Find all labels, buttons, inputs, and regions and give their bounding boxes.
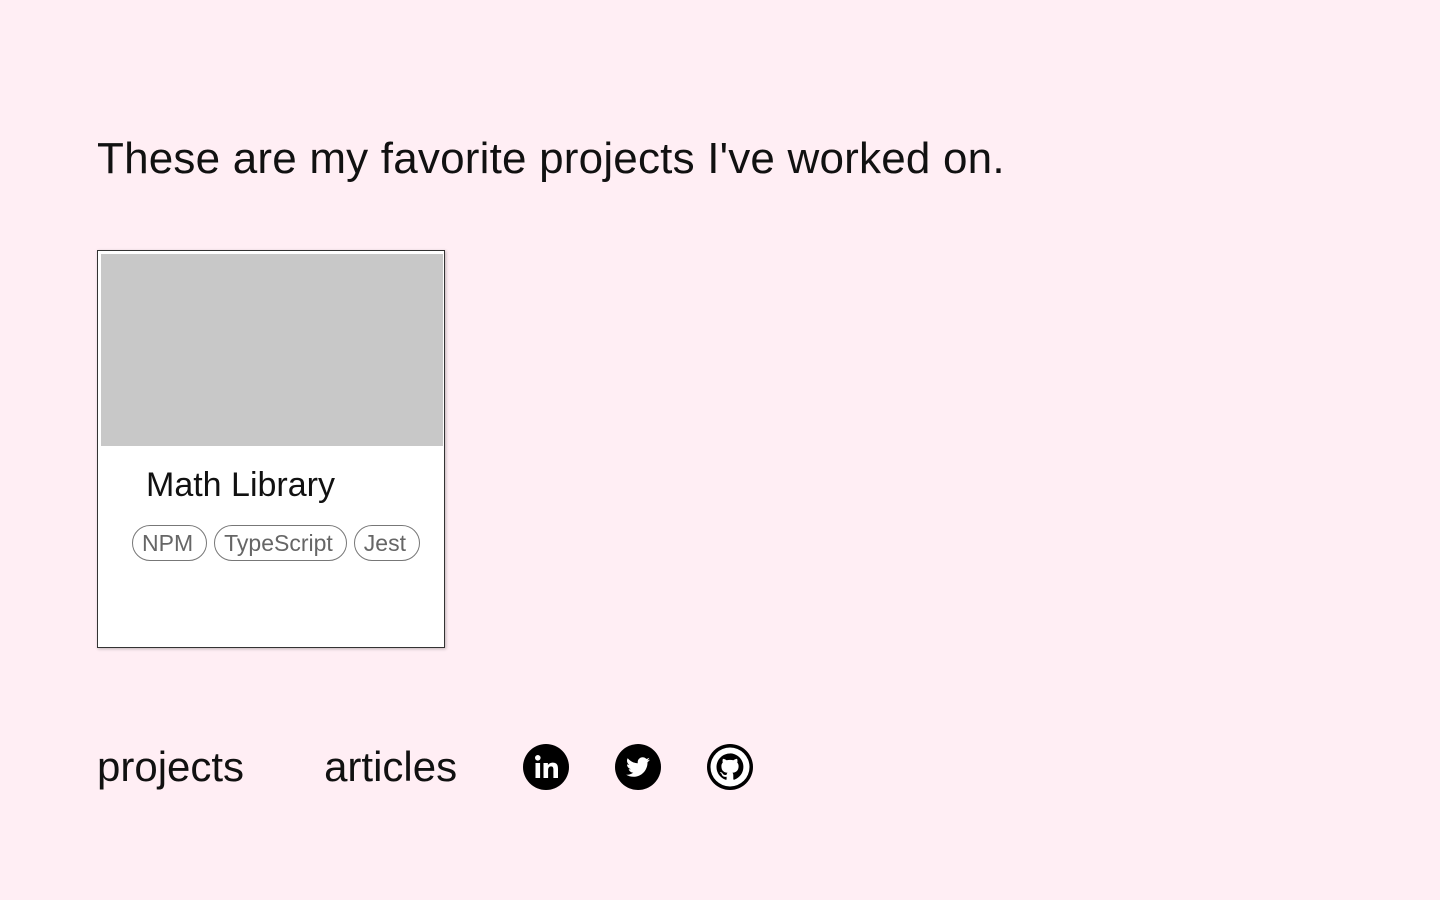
footer-nav: projects articles xyxy=(97,740,799,794)
tag-jest: Jest xyxy=(353,525,420,561)
twitter-link[interactable] xyxy=(615,744,662,790)
nav-articles-link[interactable]: articles xyxy=(324,740,457,794)
tag-npm: NPM xyxy=(132,525,208,561)
project-image-placeholder xyxy=(101,254,443,446)
nav-projects-link[interactable]: projects xyxy=(97,740,244,794)
tag-typescript: TypeScript xyxy=(214,525,347,561)
github-icon xyxy=(707,744,754,790)
twitter-icon xyxy=(615,744,662,790)
project-title: Math Library xyxy=(146,466,335,504)
project-tags: NPM TypeScript Jest xyxy=(132,525,422,561)
intro-text: These are my favorite projects I've work… xyxy=(97,134,1005,183)
page: These are my favorite projects I've work… xyxy=(0,0,1440,900)
github-link[interactable] xyxy=(707,744,754,790)
project-card-math-library[interactable]: Math Library NPM TypeScript Jest xyxy=(97,250,445,648)
linkedin-link[interactable] xyxy=(523,744,570,790)
linkedin-icon xyxy=(523,744,570,790)
